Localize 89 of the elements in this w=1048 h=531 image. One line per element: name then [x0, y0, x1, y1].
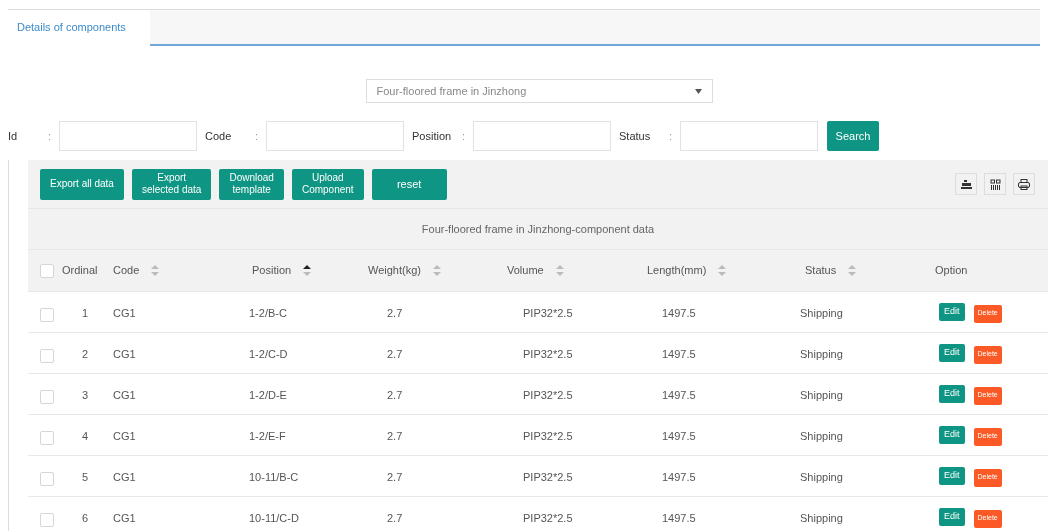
project-select[interactable]: Four-floored frame in Jinzhong	[365, 79, 713, 103]
table-cell: 2.7	[387, 348, 403, 360]
table-cell: PIP32*2.5	[523, 389, 573, 401]
toolbar-button[interactable]: reset	[371, 168, 447, 200]
search-button[interactable]: Search	[827, 121, 879, 151]
edit-button[interactable]: Edit	[939, 508, 965, 526]
filter-field[interactable]	[680, 121, 818, 151]
table-cell: 2.7	[387, 512, 403, 524]
table-cell: 2.7	[387, 389, 403, 401]
sort-icon[interactable]	[303, 265, 312, 276]
toolbar-button[interactable]: Export all data	[40, 168, 124, 200]
edit-button[interactable]: Edit	[939, 303, 965, 321]
table-cell: 6	[82, 512, 89, 524]
column-header[interactable]: Weight(kg)	[368, 262, 421, 279]
table-cell: 3	[82, 389, 89, 401]
table-cell: PIP32*2.5	[523, 471, 573, 483]
filter-label: Id	[8, 128, 19, 144]
table-cell: Shipping	[800, 348, 843, 360]
checkbox[interactable]	[40, 472, 54, 486]
table-cell: 1-2/B-C	[249, 307, 287, 319]
table-cell: 1-2/C-D	[249, 348, 288, 360]
table-cell: 2.7	[387, 430, 403, 442]
checkbox[interactable]	[40, 513, 54, 527]
table-cell: 2.7	[387, 307, 403, 319]
checkbox[interactable]	[40, 263, 54, 278]
column-header[interactable]: Status	[805, 262, 837, 279]
table-cell: 1497.5	[662, 348, 696, 360]
table-cell: 2.7	[387, 471, 403, 483]
column-header[interactable]: Position	[252, 262, 292, 279]
column-header[interactable]: Volume	[507, 262, 544, 279]
table-cell: 10-11/B-C	[249, 471, 299, 483]
table-cell: CG1	[113, 471, 136, 483]
table-cell: CG1	[113, 307, 136, 319]
caret-icon	[694, 88, 702, 94]
table-cell: CG1	[113, 512, 136, 524]
filter-field[interactable]	[473, 121, 611, 151]
table-cell: PIP32*2.5	[523, 348, 573, 360]
edit-button[interactable]: Edit	[939, 385, 965, 403]
column-header: Ordinal	[62, 263, 98, 279]
table-cell: 4	[82, 430, 89, 442]
table-cell: Shipping	[800, 307, 843, 319]
table-cell: 5	[82, 471, 89, 483]
filter-label: Code	[205, 128, 233, 144]
edit-button[interactable]: Edit	[939, 426, 965, 444]
table-cell: PIP32*2.5	[523, 430, 573, 442]
table-cell: 1-2/D-E	[249, 389, 287, 401]
table-cell: PIP32*2.5	[523, 512, 573, 524]
table-cell: Shipping	[800, 430, 843, 442]
table-cell: PIP32*2.5	[523, 307, 573, 319]
table-title: Four-floored frame in Jinzhong-component data	[421, 221, 655, 237]
table-cell: CG1	[113, 389, 136, 401]
table-cell: 1497.5	[662, 471, 696, 483]
table-cell: 1497.5	[662, 307, 696, 319]
table-cell: 1-2/E-F	[249, 430, 286, 442]
table-cell: CG1	[113, 430, 136, 442]
print-icon[interactable]	[1013, 173, 1035, 195]
filter-label: Position	[412, 128, 453, 144]
column-header[interactable]: Code	[113, 262, 140, 279]
table-cell: Shipping	[800, 512, 843, 524]
export-icon[interactable]	[955, 173, 977, 195]
edit-button[interactable]: Edit	[939, 467, 965, 485]
toolbar-button[interactable]: Upload Component	[291, 168, 364, 200]
table-cell: Shipping	[800, 389, 843, 401]
checkbox[interactable]	[40, 349, 54, 363]
checkbox[interactable]	[40, 431, 54, 445]
tab[interactable]: Details of components	[8, 10, 150, 46]
toolbar-button[interactable]: Download template	[219, 168, 284, 200]
colon: :	[255, 128, 260, 144]
filter-field[interactable]	[59, 121, 197, 151]
table-cell: 1497.5	[662, 430, 696, 442]
colon: :	[462, 128, 467, 144]
checkbox[interactable]	[40, 390, 54, 404]
table-cell: 2	[82, 348, 89, 360]
colon: :	[48, 128, 53, 144]
toolbar-button[interactable]: Export selected data	[131, 168, 212, 200]
table-cell: 1	[82, 307, 89, 319]
table-cell: Shipping	[800, 471, 843, 483]
edit-button[interactable]: Edit	[939, 344, 965, 362]
table-cell: 10-11/C-D	[249, 512, 299, 524]
colon: :	[669, 128, 674, 144]
table-cell: 1497.5	[662, 512, 696, 524]
table-cell: CG1	[113, 348, 136, 360]
filter-field[interactable]	[266, 121, 404, 151]
checkbox[interactable]	[40, 308, 54, 322]
filter-label: Status	[619, 128, 652, 144]
column-header[interactable]: Length(mm)	[647, 262, 707, 279]
columns-icon[interactable]	[984, 173, 1006, 195]
table-cell: 1497.5	[662, 389, 696, 401]
column-header: Option	[935, 263, 968, 279]
